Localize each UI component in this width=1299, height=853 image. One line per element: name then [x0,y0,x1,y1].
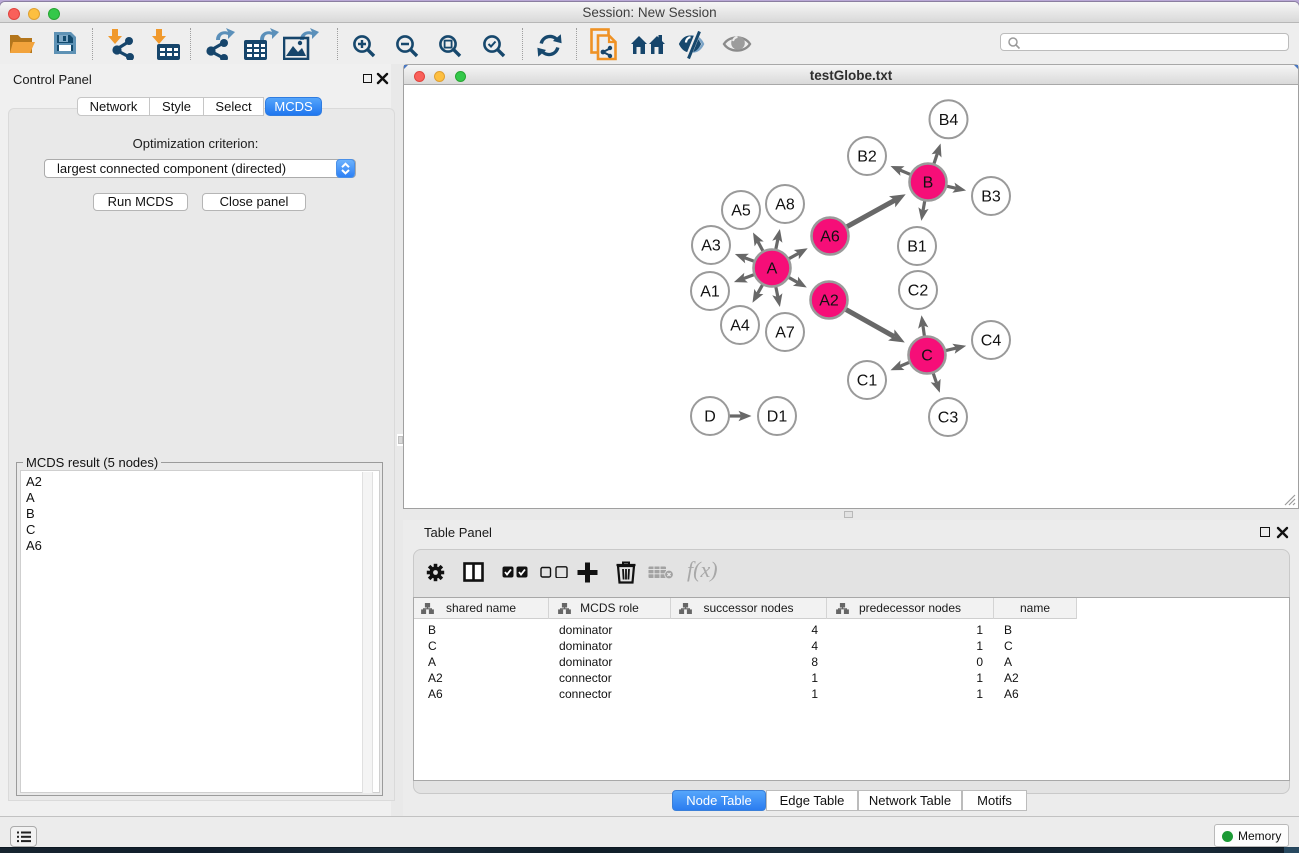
svg-text:D1: D1 [767,409,788,426]
svg-text:A8: A8 [775,197,795,214]
svg-text:B4: B4 [939,112,959,129]
svg-text:C4: C4 [981,333,1002,350]
svg-text:A5: A5 [731,203,751,220]
svg-text:A1: A1 [700,284,720,301]
svg-text:D: D [704,409,716,426]
svg-text:C: C [921,348,933,365]
svg-text:B: B [923,175,934,192]
svg-text:C3: C3 [938,410,959,427]
svg-text:C1: C1 [857,373,878,390]
svg-text:B1: B1 [907,239,927,256]
svg-text:A3: A3 [701,238,721,255]
svg-text:B3: B3 [981,189,1001,206]
svg-text:A2: A2 [819,293,839,310]
svg-text:A4: A4 [730,318,750,335]
svg-text:B2: B2 [857,149,877,166]
svg-text:A: A [767,261,778,278]
svg-text:A7: A7 [775,325,795,342]
svg-text:C2: C2 [908,283,929,300]
svg-text:A6: A6 [820,229,840,246]
